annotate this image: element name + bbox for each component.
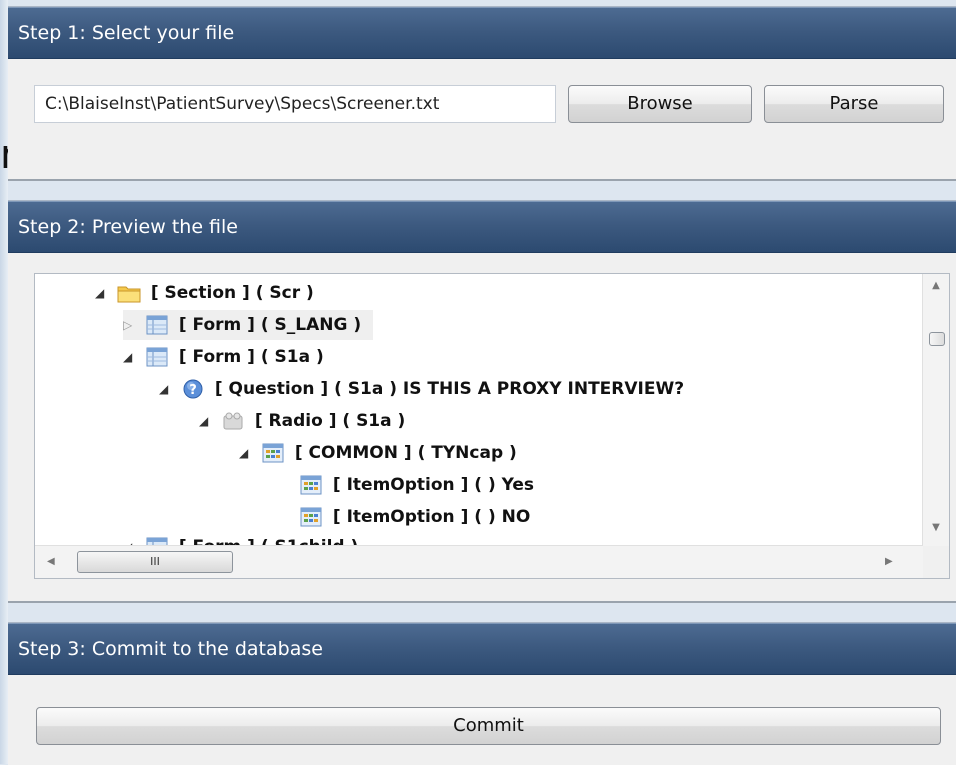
form-icon <box>145 314 169 336</box>
tree-node-label: [ Section ] ( Scr ) <box>150 283 314 303</box>
tree-row-section-scr[interactable]: ◢ [ Section ] ( Scr ) <box>95 278 314 308</box>
scroll-left-icon[interactable]: ◀ <box>47 546 55 578</box>
tree-row-radio-s1a[interactable]: ◢ [ Radio ] ( S1a ) <box>199 406 405 436</box>
grid-icon <box>261 442 285 464</box>
folder-icon <box>117 282 141 304</box>
commit-button[interactable]: Commit <box>36 707 941 745</box>
expanded-arrow-icon[interactable]: ◢ <box>239 438 255 468</box>
form-icon <box>145 346 169 368</box>
tree-content: ◢ [ Section ] ( Scr ) ▷ [ Form ] ( S_LAN… <box>35 274 923 546</box>
tree-row-itemoption-no[interactable]: [ ItemOption ] ( ) NO <box>299 502 530 532</box>
scrollbar-corner <box>923 546 949 578</box>
step1-body: C:\BlaiseInst\PatientSurvey\Specs\Screen… <box>8 59 956 177</box>
parse-button[interactable]: Parse <box>764 85 944 123</box>
browse-button[interactable]: Browse <box>568 85 752 123</box>
expanded-arrow-icon[interactable]: ◢ <box>159 374 175 404</box>
tree-node-label: [ Question ] ( S1a ) IS THIS A PROXY INT… <box>214 379 685 399</box>
tree-node-label: [ ItemOption ] ( ) NO <box>332 507 531 527</box>
step3-header: Step 3: Commit to the database <box>8 623 956 675</box>
expanded-arrow-icon[interactable]: ◢ <box>199 406 215 436</box>
tree-row-itemoption-yes[interactable]: [ ItemOption ] ( ) Yes <box>299 470 534 500</box>
grid-icon <box>299 474 323 496</box>
vertical-scroll-thumb[interactable] <box>929 332 945 346</box>
expanded-arrow-icon[interactable]: ◢ <box>123 532 139 546</box>
expanded-arrow-icon[interactable]: ◢ <box>123 342 139 372</box>
expanded-arrow-icon[interactable]: ◢ <box>95 278 111 308</box>
tree-row-common-tyncap[interactable]: ◢ [ COMMON ] ( TYNcap ) <box>239 438 517 468</box>
horizontal-scroll-thumb[interactable]: III <box>77 551 233 573</box>
collapsed-arrow-icon[interactable]: ▷ <box>123 310 139 340</box>
step3-panel: Step 3: Commit to the database Commit <box>8 622 956 765</box>
file-path-field[interactable]: C:\BlaiseInst\PatientSurvey\Specs\Screen… <box>34 85 556 123</box>
step2-header: Step 2: Preview the file <box>8 201 956 253</box>
question-icon: ? <box>181 378 205 400</box>
tree-node-label: [ COMMON ] ( TYNcap ) <box>294 443 517 463</box>
tree-node-label: [ Radio ] ( S1a ) <box>254 411 406 431</box>
tree-row-form-s1a[interactable]: ◢ [ Form ] ( S1a ) <box>123 342 324 372</box>
step1-header: Step 1: Select your file <box>8 7 956 59</box>
tree-row-question-s1a[interactable]: ◢ ? [ Question ] ( S1a ) IS THIS A PROXY… <box>159 374 684 404</box>
horizontal-scrollbar[interactable]: ◀ III ▶ <box>35 545 923 578</box>
step3-body: Commit <box>8 675 956 765</box>
vertical-scrollbar[interactable]: ▲ ▼ <box>922 274 949 546</box>
scroll-up-icon[interactable]: ▲ <box>923 280 949 291</box>
svg-text:?: ? <box>189 383 197 398</box>
tree-node-label: [ Form ] ( S1a ) <box>178 347 324 367</box>
step1-panel: Step 1: Select your file C:\BlaiseInst\P… <box>8 6 956 181</box>
tree-node-label: [ Form ] ( S_LANG ) <box>178 315 362 335</box>
step2-body: ◢ [ Section ] ( Scr ) ▷ [ Form ] ( S_LAN… <box>8 253 956 599</box>
file-preview-tree[interactable]: ◢ [ Section ] ( Scr ) ▷ [ Form ] ( S_LAN… <box>34 273 950 579</box>
step2-panel: Step 2: Preview the file ◢ [ Section ] (… <box>8 200 956 603</box>
radio-icon <box>221 410 245 432</box>
scroll-down-icon[interactable]: ▼ <box>923 522 949 533</box>
tree-node-label: [ ItemOption ] ( ) Yes <box>332 475 535 495</box>
background-strip <box>0 0 8 764</box>
grid-icon <box>299 506 323 528</box>
tree-row-form-s1child[interactable]: ◢ [ Form ] ( S1child ) <box>123 532 358 546</box>
tree-row-form-s-lang[interactable]: ▷ [ Form ] ( S_LANG ) <box>123 310 374 340</box>
scroll-right-icon[interactable]: ▶ <box>885 546 893 578</box>
